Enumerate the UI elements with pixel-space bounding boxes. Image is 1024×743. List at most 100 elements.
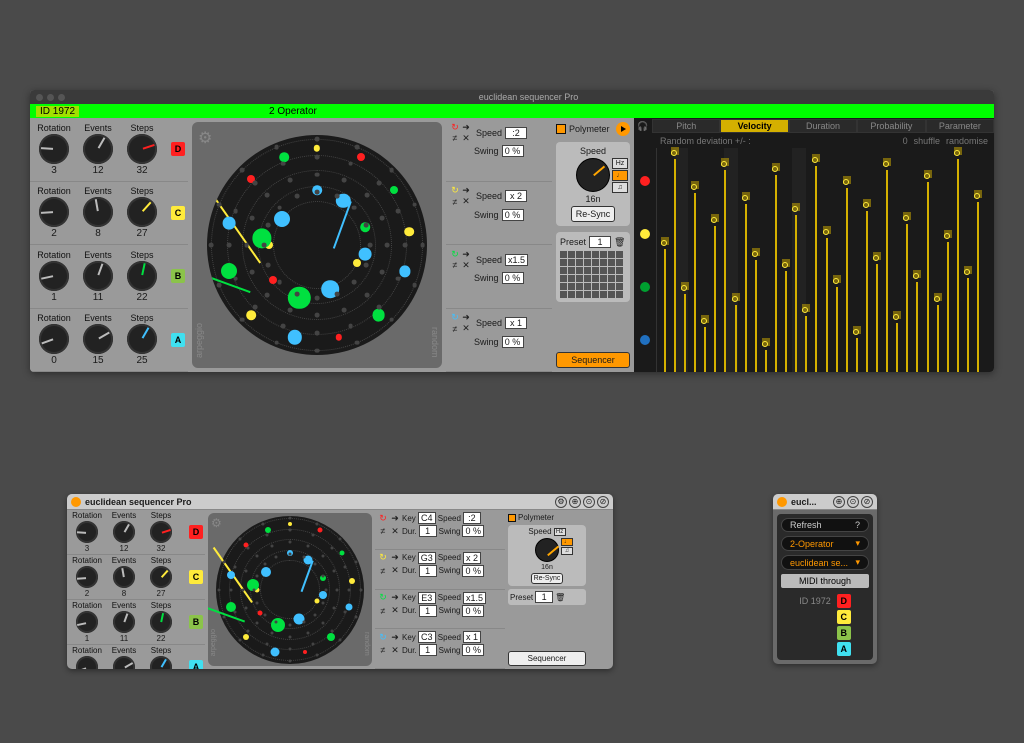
polymeter-toggle[interactable]: Polymeter	[556, 124, 610, 134]
mini-polymeter-checkbox[interactable]	[508, 514, 516, 522]
headphones-icon[interactable]: 🎧	[634, 121, 652, 132]
preset-cell[interactable]	[576, 267, 583, 274]
close-dot[interactable]	[36, 94, 43, 101]
preset-cell[interactable]	[600, 259, 607, 266]
steps-knob[interactable]	[127, 261, 157, 291]
preset-cell[interactable]	[584, 267, 591, 274]
preset-cell[interactable]	[592, 259, 599, 266]
tab-velocity[interactable]: Velocity	[720, 119, 788, 133]
not-equal-icon[interactable]: ≠	[378, 526, 388, 536]
not-equal-icon[interactable]: ≠	[450, 197, 460, 207]
shuffle-icon[interactable]: ✕	[461, 260, 471, 270]
events-knob[interactable]	[113, 566, 135, 588]
preset-cell[interactable]	[616, 259, 623, 266]
events-knob[interactable]	[113, 611, 135, 633]
events-knob[interactable]	[113, 521, 135, 543]
mini-channel-chip-B[interactable]: B	[837, 626, 851, 640]
speed-value[interactable]: x1.5	[505, 254, 528, 266]
rotation-knob[interactable]	[39, 134, 69, 164]
steps-knob[interactable]	[150, 611, 172, 633]
swing-value[interactable]: 0 %	[502, 145, 524, 157]
speed-value[interactable]: x 1	[505, 317, 527, 329]
arrow-right-icon[interactable]: ➜	[461, 249, 471, 259]
events-knob[interactable]	[83, 324, 113, 354]
mini-gear-icon[interactable]: ⚙	[211, 516, 222, 530]
collapsed-active-dot[interactable]	[777, 497, 787, 507]
preset-cell[interactable]	[584, 291, 591, 298]
arrow-cycle-icon[interactable]: ↻	[378, 632, 388, 642]
preset-cell[interactable]	[608, 275, 615, 282]
gear-icon[interactable]: ⚙	[198, 128, 212, 148]
preset-cell[interactable]	[616, 291, 623, 298]
preset-cell[interactable]	[568, 275, 575, 282]
preset-cell[interactable]	[576, 275, 583, 282]
events-knob[interactable]	[113, 656, 135, 669]
speed-value[interactable]: x 1	[463, 631, 481, 643]
preset-cell[interactable]	[576, 251, 583, 258]
mini-channel-chip-C[interactable]: C	[837, 610, 851, 624]
preset-cell[interactable]	[560, 283, 567, 290]
preset-cell[interactable]	[600, 283, 607, 290]
preset-cell[interactable]	[600, 291, 607, 298]
preset-cell[interactable]	[568, 259, 575, 266]
dur-value[interactable]: 1	[419, 644, 437, 656]
steps-knob[interactable]	[150, 656, 172, 669]
arrow-cycle-icon[interactable]: ↻	[378, 513, 388, 523]
swing-value[interactable]: 0 %	[462, 605, 484, 617]
mini-speed-knob[interactable]	[535, 538, 559, 562]
channel-chip-A[interactable]: A	[171, 333, 185, 347]
preset-cell[interactable]	[616, 251, 623, 258]
preset-cell[interactable]	[568, 267, 575, 274]
preset-cell[interactable]	[568, 251, 575, 258]
shuffle-icon[interactable]: ✕	[461, 197, 471, 207]
not-equal-icon[interactable]: ≠	[378, 606, 388, 616]
preset-number[interactable]: 1	[589, 236, 611, 248]
rotation-knob[interactable]	[76, 611, 98, 633]
preset-cell[interactable]	[592, 291, 599, 298]
tab-probability[interactable]: Probability	[857, 119, 925, 133]
preset-cell[interactable]	[608, 259, 615, 266]
preset-grid[interactable]	[560, 251, 626, 298]
arrow-right-icon[interactable]: ➜	[461, 313, 471, 323]
not-equal-icon[interactable]: ≠	[450, 133, 460, 143]
steps-knob[interactable]	[127, 134, 157, 164]
resync-button[interactable]: Re-Sync	[571, 206, 616, 222]
lane-indicator[interactable]	[640, 335, 650, 345]
tab-pitch[interactable]: Pitch	[652, 119, 720, 133]
steps-knob[interactable]	[127, 197, 157, 227]
randomise-button[interactable]: randomise	[946, 136, 988, 146]
unit-note[interactable]: ♩	[612, 170, 628, 181]
refresh-button[interactable]: Refresh ?	[781, 518, 869, 532]
preset-cell[interactable]	[616, 283, 623, 290]
key-value[interactable]: E3	[418, 592, 436, 604]
unit-hz[interactable]: Hz	[612, 158, 628, 169]
operator-label[interactable]: 2 Operator	[269, 106, 317, 117]
swing-value[interactable]: 0 %	[462, 525, 484, 537]
instance-selector[interactable]: euclidean se... ▾	[781, 555, 869, 570]
collapsed-icon-0[interactable]: ⊕	[833, 496, 845, 508]
swing-value[interactable]: 0 %	[462, 565, 484, 577]
rotation-knob[interactable]	[39, 261, 69, 291]
titlebar[interactable]: euclidean sequencer Pro	[30, 90, 994, 104]
collapsed-icon-1[interactable]: ⊙	[847, 496, 859, 508]
preset-cell[interactable]	[576, 259, 583, 266]
arrow-right-icon[interactable]: ➜	[461, 122, 471, 132]
preset-cell[interactable]	[592, 283, 599, 290]
arrow-cycle-icon[interactable]: ↻	[450, 122, 460, 132]
preset-cell[interactable]	[608, 267, 615, 274]
speed-value[interactable]: :2	[463, 512, 481, 524]
mini-euclidean-circle[interactable]	[216, 516, 364, 664]
not-equal-icon[interactable]: ≠	[378, 566, 388, 576]
channel-chip-A[interactable]: A	[189, 660, 203, 669]
dur-value[interactable]: 1	[419, 605, 437, 617]
preset-cell[interactable]	[584, 259, 591, 266]
steps-knob[interactable]	[127, 324, 157, 354]
dur-value[interactable]: 1	[419, 525, 437, 537]
deviation-value[interactable]: 0	[903, 136, 908, 146]
swing-value[interactable]: 0 %	[502, 336, 524, 348]
shuffle-icon[interactable]: ✕	[461, 324, 471, 334]
not-equal-icon[interactable]: ≠	[450, 324, 460, 334]
speed-value[interactable]: :2	[505, 127, 527, 139]
mini-channel-chip-D[interactable]: D	[837, 594, 851, 608]
rotation-knob[interactable]	[76, 521, 98, 543]
